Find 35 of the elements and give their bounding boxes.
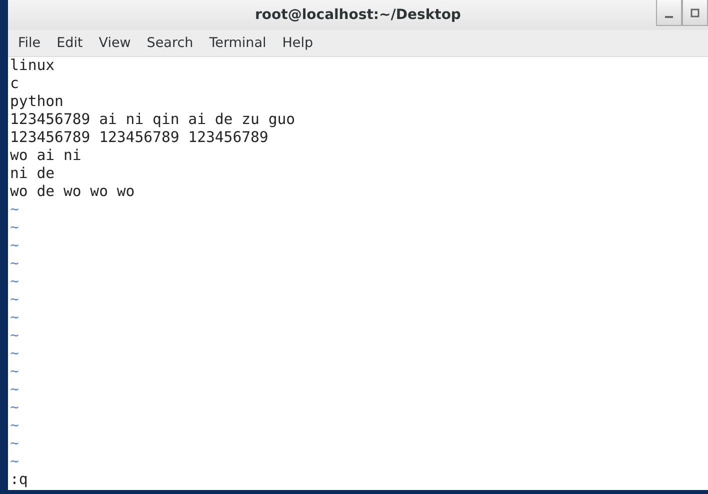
empty-line-marker: ~: [10, 237, 19, 254]
empty-line-marker: ~: [10, 345, 19, 362]
empty-line-marker: ~: [10, 273, 19, 290]
minimize-button[interactable]: [656, 0, 682, 26]
empty-line-marker: ~: [10, 219, 19, 236]
menu-item[interactable]: Help: [274, 32, 322, 54]
maximize-icon: [690, 8, 700, 18]
text-line: 123456789 ai ni qin ai de zu guo: [10, 111, 296, 128]
empty-line-marker: ~: [10, 363, 19, 380]
menu-item[interactable]: Search: [138, 32, 202, 54]
empty-line-marker: ~: [10, 255, 19, 272]
empty-line-marker: ~: [10, 381, 19, 398]
text-line: linux: [10, 57, 55, 74]
text-line: ni de: [10, 165, 55, 182]
menu-item[interactable]: Edit: [48, 32, 91, 54]
empty-line-marker: ~: [10, 327, 19, 344]
text-line: 123456789 123456789 123456789: [10, 129, 268, 146]
text-line: c: [10, 75, 19, 92]
maximize-button[interactable]: [682, 0, 708, 26]
command-line: :q: [10, 471, 28, 488]
empty-line-marker: ~: [10, 417, 19, 434]
empty-line-marker: ~: [10, 201, 19, 218]
text-line: wo de wo wo wo: [10, 183, 135, 200]
empty-line-marker: ~: [10, 453, 19, 470]
minimize-icon: [665, 16, 673, 18]
menu-item[interactable]: Terminal: [201, 32, 274, 54]
empty-line-marker: ~: [10, 291, 19, 308]
text-line: python: [10, 93, 64, 110]
window-title: root@localhost:~/Desktop: [255, 6, 461, 24]
empty-line-marker: ~: [10, 435, 19, 452]
empty-line-marker: ~: [10, 309, 19, 326]
menu-item[interactable]: View: [90, 32, 139, 54]
empty-line-marker: ~: [10, 399, 19, 416]
menu-item[interactable]: File: [10, 32, 49, 54]
text-line: wo ai ni: [10, 147, 82, 164]
